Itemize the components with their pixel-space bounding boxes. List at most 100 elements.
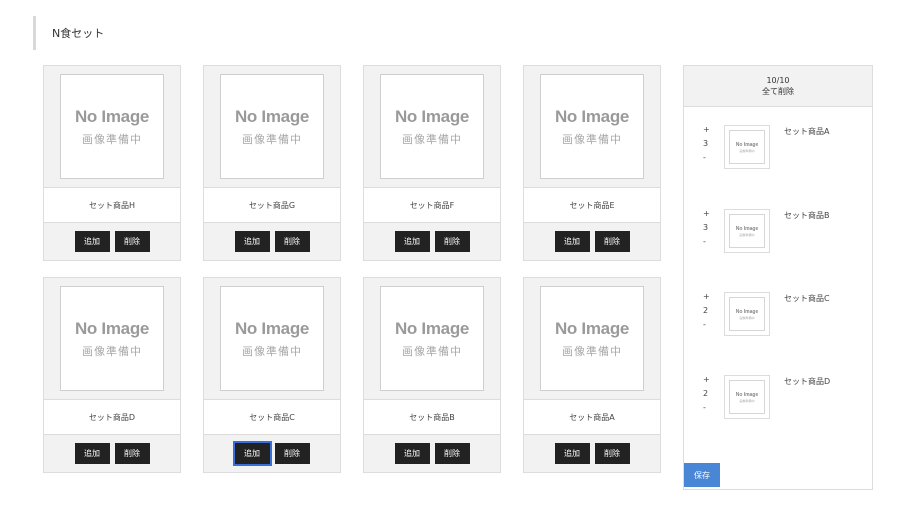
selected-item-name: セット商品C <box>784 294 830 303</box>
product-name: セット商品D <box>44 400 180 435</box>
no-image-sublabel: 画像準備中 <box>739 148 755 153</box>
no-image-sublabel: 画像準備中 <box>739 315 755 320</box>
add-button[interactable]: 追加 <box>394 231 430 252</box>
selected-item: + 3 - No Image 画像準備中 セット商品A <box>684 125 872 185</box>
clear-all-button[interactable]: 全て削除 <box>762 86 794 97</box>
add-button[interactable]: 追加 <box>74 231 110 252</box>
product-image-area: No Image 画像準備中 <box>364 66 500 188</box>
product-image-area: No Image 画像準備中 <box>524 66 660 188</box>
page-title: N食セット <box>33 16 104 50</box>
product-name: セット商品H <box>44 188 180 223</box>
product-actions: 追加 削除 <box>204 435 340 472</box>
no-image-label: No Image <box>394 318 470 338</box>
product-name: セット商品C <box>204 400 340 435</box>
product-actions: 追加 削除 <box>364 223 500 260</box>
selected-item-name: セット商品D <box>784 377 831 386</box>
no-image-placeholder: No Image 画像準備中 <box>729 130 765 164</box>
add-button[interactable]: 追加 <box>554 231 590 252</box>
delete-button[interactable]: 削除 <box>434 443 470 464</box>
selected-item: + 2 - No Image 画像準備中 セット商品D <box>684 375 872 435</box>
increment-button[interactable]: + <box>703 292 710 306</box>
no-image-sublabel: 画像準備中 <box>402 344 462 358</box>
selected-item: + 2 - No Image 画像準備中 セット商品C <box>684 292 872 352</box>
decrement-button[interactable]: - <box>703 320 706 334</box>
quantity-stepper: + 3 - <box>703 209 715 251</box>
add-button[interactable]: 追加 <box>234 231 270 252</box>
delete-button[interactable]: 削除 <box>594 231 630 252</box>
product-card: No Image 画像準備中 セット商品E 追加 削除 <box>523 65 661 261</box>
product-actions: 追加 削除 <box>524 435 660 472</box>
add-button[interactable]: 追加 <box>554 443 590 464</box>
no-image-sublabel: 画像準備中 <box>562 344 622 358</box>
selection-panel: 10/10 全て削除 + 3 - No Image 画像準備中 セット商品A +… <box>683 65 873 490</box>
increment-button[interactable]: + <box>703 125 710 139</box>
product-grid: No Image 画像準備中 セット商品H 追加 削除 No Image 画像準… <box>43 65 661 473</box>
quantity-stepper: + 2 - <box>703 375 715 417</box>
no-image-sublabel: 画像準備中 <box>402 132 462 146</box>
no-image-placeholder: No Image 画像準備中 <box>220 74 324 179</box>
quantity-stepper: + 3 - <box>703 125 715 167</box>
delete-button[interactable]: 削除 <box>594 443 630 464</box>
product-name: セット商品B <box>364 400 500 435</box>
no-image-placeholder: No Image 画像準備中 <box>380 286 484 391</box>
product-actions: 追加 削除 <box>44 223 180 260</box>
selection-count: 10/10 <box>766 76 790 85</box>
delete-button[interactable]: 削除 <box>114 443 150 464</box>
add-button[interactable]: 追加 <box>232 441 272 466</box>
no-image-sublabel: 画像準備中 <box>739 398 755 403</box>
product-image-area: No Image 画像準備中 <box>44 66 180 188</box>
no-image-label: No Image <box>554 106 630 126</box>
selected-item-name: セット商品B <box>784 211 830 220</box>
product-image-area: No Image 画像準備中 <box>524 278 660 400</box>
product-actions: 追加 削除 <box>524 223 660 260</box>
no-image-sublabel: 画像準備中 <box>82 132 142 146</box>
decrement-button[interactable]: - <box>703 153 706 167</box>
product-name: セット商品E <box>524 188 660 223</box>
no-image-placeholder: No Image 画像準備中 <box>729 380 765 414</box>
quantity-value: 2 <box>703 306 709 315</box>
selected-item-name: セット商品A <box>784 127 830 136</box>
delete-button[interactable]: 削除 <box>274 231 310 252</box>
item-thumbnail: No Image 画像準備中 <box>724 125 770 169</box>
page-title-text: N食セット <box>52 27 105 40</box>
delete-button[interactable]: 削除 <box>114 231 150 252</box>
increment-button[interactable]: + <box>703 375 710 389</box>
no-image-sublabel: 画像準備中 <box>242 344 302 358</box>
no-image-label: No Image <box>735 141 759 148</box>
add-button[interactable]: 追加 <box>74 443 110 464</box>
decrement-button[interactable]: - <box>703 403 706 417</box>
delete-button[interactable]: 削除 <box>274 443 310 464</box>
product-card: No Image 画像準備中 セット商品D 追加 削除 <box>43 277 181 473</box>
no-image-placeholder: No Image 画像準備中 <box>540 74 644 179</box>
decrement-button[interactable]: - <box>703 237 706 251</box>
no-image-label: No Image <box>234 318 310 338</box>
no-image-placeholder: No Image 画像準備中 <box>540 286 644 391</box>
quantity-value: 3 <box>703 139 709 148</box>
quantity-value: 2 <box>703 389 709 398</box>
no-image-label: No Image <box>735 225 759 232</box>
no-image-label: No Image <box>735 391 759 398</box>
no-image-placeholder: No Image 画像準備中 <box>60 74 164 179</box>
selection-header: 10/10 全て削除 <box>684 66 872 107</box>
product-card: No Image 画像準備中 セット商品A 追加 削除 <box>523 277 661 473</box>
save-button[interactable]: 保存 <box>684 463 720 487</box>
product-name: セット商品A <box>524 400 660 435</box>
no-image-label: No Image <box>394 106 470 126</box>
item-thumbnail: No Image 画像準備中 <box>724 375 770 419</box>
product-image-area: No Image 画像準備中 <box>204 66 340 188</box>
delete-button[interactable]: 削除 <box>434 231 470 252</box>
product-card: No Image 画像準備中 セット商品C 追加 削除 <box>203 277 341 473</box>
no-image-sublabel: 画像準備中 <box>739 232 755 237</box>
product-actions: 追加 削除 <box>204 223 340 260</box>
product-card: No Image 画像準備中 セット商品H 追加 削除 <box>43 65 181 261</box>
product-image-area: No Image 画像準備中 <box>44 278 180 400</box>
no-image-placeholder: No Image 画像準備中 <box>729 214 765 248</box>
no-image-label: No Image <box>554 318 630 338</box>
increment-button[interactable]: + <box>703 209 710 223</box>
product-actions: 追加 削除 <box>44 435 180 472</box>
no-image-sublabel: 画像準備中 <box>562 132 622 146</box>
product-image-area: No Image 画像準備中 <box>204 278 340 400</box>
add-button[interactable]: 追加 <box>394 443 430 464</box>
item-thumbnail: No Image 画像準備中 <box>724 209 770 253</box>
no-image-label: No Image <box>74 318 150 338</box>
